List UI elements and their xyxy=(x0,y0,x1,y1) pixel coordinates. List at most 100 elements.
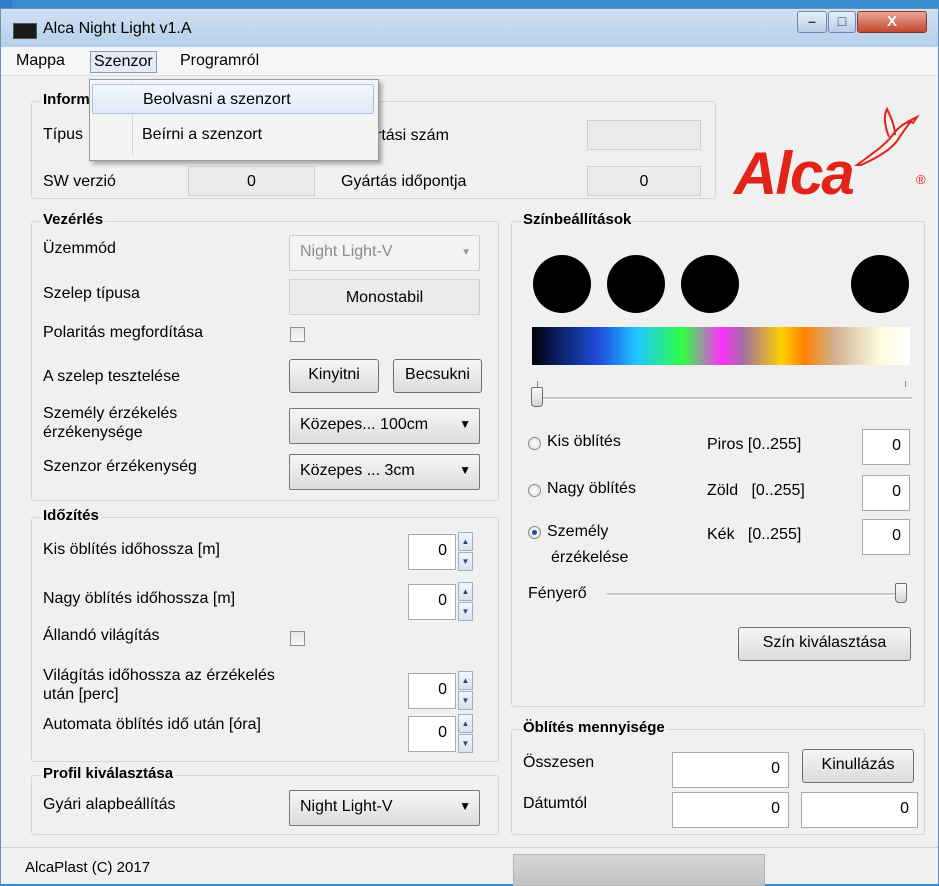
constant-light-label: Állandó világítás xyxy=(43,627,160,644)
blue-input[interactable]: 0 xyxy=(862,519,910,555)
big-flush-duration-label: Nagy öblítés időhossza [m] xyxy=(43,590,236,607)
profile-group-title: Profil kiválasztása xyxy=(41,765,176,782)
red-label: Piros [0..255] xyxy=(707,436,802,453)
radio-big-flush[interactable] xyxy=(528,484,541,497)
radio-big-flush-label: Nagy öblítés xyxy=(547,480,636,497)
reset-button[interactable]: Kinullázás xyxy=(802,749,914,783)
light-after-detection-stepper[interactable]: ▲ ▼ xyxy=(458,671,474,711)
radio-small-flush[interactable] xyxy=(528,437,541,450)
color-spectrum-bar[interactable] xyxy=(532,327,910,365)
type-label: Típus xyxy=(43,126,84,143)
app-icon xyxy=(13,23,37,39)
green-input[interactable]: 0 xyxy=(862,475,910,511)
flush-amount-title: Öblítés mennyisége xyxy=(521,719,667,736)
green-label: Zöld [0..255] xyxy=(707,482,805,499)
radio-small-flush-label: Kis öblítés xyxy=(547,433,621,450)
since-date-label: Dátumtól xyxy=(523,795,588,812)
logo-text: Alca xyxy=(734,140,855,207)
profile-select-value: Night Light-V xyxy=(300,798,393,815)
menu-programrol[interactable]: Programról xyxy=(177,51,262,71)
stepper-down-icon[interactable]: ▼ xyxy=(458,691,473,710)
since-date-value-2: 0 xyxy=(801,792,918,828)
light-after-detection-label-line1: Világítás időhossza az érzékelés xyxy=(43,667,275,684)
color-swatch-4[interactable] xyxy=(851,255,909,313)
person-sensitivity-label-line1: Személy érzékelés xyxy=(43,405,178,422)
slider-tick xyxy=(905,381,906,387)
status-progress-panel xyxy=(513,854,765,886)
stepper-up-icon[interactable]: ▲ xyxy=(458,671,473,690)
blue-label: Kék [0..255] xyxy=(707,526,802,543)
maximize-button[interactable]: □ xyxy=(828,11,856,33)
szenzor-dropdown-menu: Beolvasni a szenzort Beírni a szenzort xyxy=(89,79,379,161)
person-sensitivity-select[interactable]: Közepes... 100cm ▼ xyxy=(289,408,480,444)
brightness-slider-track[interactable] xyxy=(607,593,907,596)
sensor-sensitivity-select[interactable]: Közepes ... 3cm ▼ xyxy=(289,454,480,490)
hue-slider-thumb[interactable] xyxy=(531,387,543,407)
color-swatch-1[interactable] xyxy=(533,255,591,313)
minimize-icon: – xyxy=(808,13,816,29)
red-input[interactable]: 0 xyxy=(862,429,910,465)
brightness-slider-thumb[interactable] xyxy=(895,583,907,603)
auto-flush-stepper[interactable]: ▲ ▼ xyxy=(458,714,474,754)
serial-number-label: rtási szám xyxy=(376,127,449,144)
serial-number-field xyxy=(587,120,701,150)
choose-color-button[interactable]: Szín kiválasztása xyxy=(738,627,911,661)
big-flush-duration-input[interactable]: 0 xyxy=(408,584,456,620)
big-flush-duration-stepper[interactable]: ▲ ▼ xyxy=(458,582,474,622)
person-sensitivity-label-line2: érzékenysége xyxy=(43,424,143,441)
open-valve-button[interactable]: Kinyitni xyxy=(289,359,379,393)
menu-item-read-sensor[interactable]: Beolvasni a szenzort xyxy=(92,84,374,114)
menu-szenzor[interactable]: Szenzor xyxy=(90,51,157,73)
info-group-title: Inform xyxy=(41,91,92,108)
light-after-detection-label-line2: után [perc] xyxy=(43,686,119,703)
close-button[interactable]: X xyxy=(857,11,927,33)
sw-version-label: SW verzió xyxy=(43,173,116,190)
radio-person-detection[interactable] xyxy=(528,526,541,539)
valve-test-label: A szelep tesztelése xyxy=(43,368,180,385)
menu-item-write-sensor[interactable]: Beírni a szenzort xyxy=(92,120,374,150)
color-swatch-3[interactable] xyxy=(681,255,739,313)
window-title: Alca Night Light v1.A xyxy=(43,20,192,37)
total-label: Összesen xyxy=(523,754,595,771)
stepper-down-icon[interactable]: ▼ xyxy=(458,602,473,621)
constant-light-checkbox[interactable] xyxy=(290,631,305,646)
stepper-up-icon[interactable]: ▲ xyxy=(458,714,473,733)
minimize-button[interactable]: – xyxy=(797,11,827,33)
app-window: Alca Night Light v1.A – □ X Mappa Szenzo… xyxy=(0,8,939,886)
small-flush-duration-stepper[interactable]: ▲ ▼ xyxy=(458,532,474,572)
stepper-up-icon[interactable]: ▲ xyxy=(458,582,473,601)
color-swatch-2[interactable] xyxy=(607,255,665,313)
close-icon: X xyxy=(886,13,897,30)
valve-type-label: Szelep típusa xyxy=(43,285,140,302)
color-settings-title: Színbeállítások xyxy=(521,211,634,228)
title-bar: Alca Night Light v1.A – □ X xyxy=(1,9,938,47)
production-date-field: 0 xyxy=(587,166,701,196)
chevron-down-icon: ▼ xyxy=(459,417,471,431)
production-date-label: Gyártás időpontja xyxy=(341,173,467,190)
mode-select[interactable]: Night Light-V ▼ xyxy=(289,235,480,271)
menu-mappa[interactable]: Mappa xyxy=(13,51,68,71)
profile-select[interactable]: Night Light-V ▼ xyxy=(289,790,480,826)
chevron-down-icon: ▼ xyxy=(461,247,471,258)
auto-flush-input[interactable]: 0 xyxy=(408,716,456,752)
logo-registered-mark: ® xyxy=(916,172,926,187)
hue-slider-track[interactable] xyxy=(532,397,912,400)
close-valve-button[interactable]: Becsukni xyxy=(393,359,482,393)
stepper-down-icon[interactable]: ▼ xyxy=(458,734,473,753)
since-date-value-1: 0 xyxy=(672,792,789,828)
radio-person-label-line1: Személy xyxy=(547,523,609,540)
menu-bar: Mappa Szenzor Programról xyxy=(1,47,938,76)
brightness-label: Fényerő xyxy=(528,585,587,602)
small-flush-duration-input[interactable]: 0 xyxy=(408,534,456,570)
polarity-checkbox[interactable] xyxy=(290,327,305,342)
maximize-icon: □ xyxy=(837,13,847,29)
stepper-down-icon[interactable]: ▼ xyxy=(458,552,473,571)
small-flush-duration-label: Kis öblítés időhossza [m] xyxy=(43,541,220,558)
mode-select-value: Night Light-V xyxy=(300,243,393,260)
total-value-field: 0 xyxy=(672,752,789,788)
stepper-up-icon[interactable]: ▲ xyxy=(458,532,473,551)
profile-label: Gyári alapbeállítás xyxy=(43,796,176,813)
light-after-detection-input[interactable]: 0 xyxy=(408,673,456,709)
chevron-down-icon: ▼ xyxy=(459,799,471,813)
mode-label: Üzemmód xyxy=(43,240,116,257)
